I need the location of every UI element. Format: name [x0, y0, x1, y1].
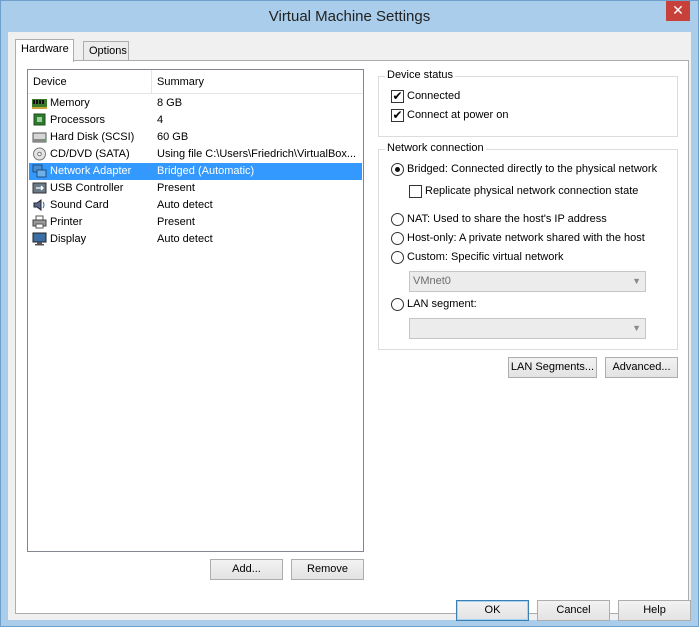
network-connection-label: Network connection — [385, 142, 486, 154]
device-status-group: Device status ✔ Connected ✔ Connect at p… — [378, 69, 678, 137]
display-icon — [32, 232, 47, 246]
device-row-processors[interactable]: Processors 4 — [29, 112, 362, 129]
chevron-down-icon: ▼ — [632, 276, 641, 286]
device-row-memory[interactable]: Memory 8 GB — [29, 95, 362, 112]
lan-segment-label: LAN segment: — [407, 298, 477, 310]
device-summary: Present — [157, 216, 195, 228]
device-name: Network Adapter — [50, 165, 132, 177]
lan-segments-button[interactable]: LAN Segments... — [508, 357, 597, 378]
printer-icon — [32, 215, 47, 229]
hardware-panel: Device Summary Memory 8 GB Processors 4 — [15, 60, 689, 614]
network-adapter-icon — [32, 164, 47, 178]
chevron-down-icon: ▼ — [632, 323, 641, 333]
add-button[interactable]: Add... — [210, 559, 283, 580]
device-summary: Bridged (Automatic) — [157, 165, 255, 177]
ok-button[interactable]: OK — [456, 600, 529, 621]
memory-icon — [32, 96, 47, 110]
checkbox-box — [409, 185, 422, 198]
device-row-display[interactable]: Display Auto detect — [29, 231, 362, 248]
device-name: Hard Disk (SCSI) — [50, 131, 135, 143]
radio-circle — [391, 213, 404, 226]
custom-label: Custom: Specific virtual network — [407, 251, 564, 263]
device-row-usb-controller[interactable]: USB Controller Present — [29, 180, 362, 197]
column-header-device[interactable]: Device — [28, 70, 152, 94]
device-summary: 8 GB — [157, 97, 183, 109]
network-connection-group: Network connection Bridged: Connected di… — [378, 142, 678, 350]
tab-options[interactable]: Options — [83, 41, 129, 61]
nat-label: NAT: Used to share the host's IP address — [407, 213, 607, 225]
column-header-summary[interactable]: Summary — [152, 70, 363, 94]
device-status-label: Device status — [385, 69, 456, 81]
device-name: USB Controller — [50, 182, 124, 194]
remove-button[interactable]: Remove — [291, 559, 364, 580]
replicate-state-label: Replicate physical network connection st… — [425, 185, 639, 197]
window-title: Virtual Machine Settings — [268, 8, 431, 25]
vmnet-select-value: VMnet0 — [413, 275, 451, 287]
close-button[interactable]: ✕ — [666, 1, 690, 21]
sound-card-icon — [32, 198, 47, 212]
host-only-label: Host-only: A private network shared with… — [407, 232, 645, 244]
help-button[interactable]: Help — [618, 600, 691, 621]
device-row-cd-dvd[interactable]: CD/DVD (SATA) Using file C:\Users\Friedr… — [29, 146, 362, 163]
device-name: Display — [50, 233, 87, 245]
device-row-hard-disk[interactable]: Hard Disk (SCSI) 60 GB — [29, 129, 362, 146]
device-row-network-adapter[interactable]: Network Adapter Bridged (Automatic) — [29, 163, 362, 180]
device-list[interactable]: Device Summary Memory 8 GB Processors 4 — [27, 69, 364, 552]
device-summary: Auto detect — [157, 199, 213, 211]
vmnet-select[interactable]: VMnet0 ▼ — [409, 271, 646, 292]
device-name: Processors — [50, 114, 106, 126]
title-bar[interactable]: Virtual Machine Settings ✕ — [1, 1, 698, 32]
processor-icon — [32, 113, 47, 127]
lan-segment-select[interactable]: ▼ — [409, 318, 646, 339]
device-name: Memory — [50, 97, 90, 109]
device-summary: Auto detect — [157, 233, 213, 245]
checkbox-box: ✔ — [391, 89, 404, 103]
connected-label: Connected — [407, 90, 461, 102]
dialog-client-area: Hardware Options Device Summary Memory 8… — [8, 32, 691, 621]
device-name: CD/DVD (SATA) — [50, 148, 130, 160]
connect-at-power-on-label: Connect at power on — [407, 109, 509, 121]
device-summary: Present — [157, 182, 195, 194]
cancel-button[interactable]: Cancel — [537, 600, 610, 621]
device-summary: 60 GB — [157, 131, 189, 143]
device-list-header: Device Summary — [28, 70, 363, 94]
device-summary: 4 — [157, 114, 164, 126]
device-name: Printer — [50, 216, 83, 228]
radio-circle — [391, 251, 404, 264]
checkbox-box: ✔ — [391, 108, 404, 122]
advanced-button[interactable]: Advanced... — [605, 357, 678, 378]
radio-circle — [391, 298, 404, 311]
hard-disk-icon — [32, 130, 47, 144]
tab-hardware[interactable]: Hardware — [15, 39, 74, 62]
cd-dvd-icon — [32, 147, 47, 161]
radio-circle — [391, 163, 404, 176]
device-row-sound-card[interactable]: Sound Card Auto detect — [29, 197, 362, 214]
device-name: Sound Card — [50, 199, 109, 211]
usb-icon — [32, 181, 47, 195]
device-row-printer[interactable]: Printer Present — [29, 214, 362, 231]
device-summary: Using file C:\Users\Friedrich\VirtualBox… — [157, 148, 357, 160]
radio-circle — [391, 232, 404, 245]
bridged-label: Bridged: Connected directly to the physi… — [407, 163, 658, 175]
vm-settings-window: Virtual Machine Settings ✕ Hardware Opti… — [0, 0, 699, 627]
